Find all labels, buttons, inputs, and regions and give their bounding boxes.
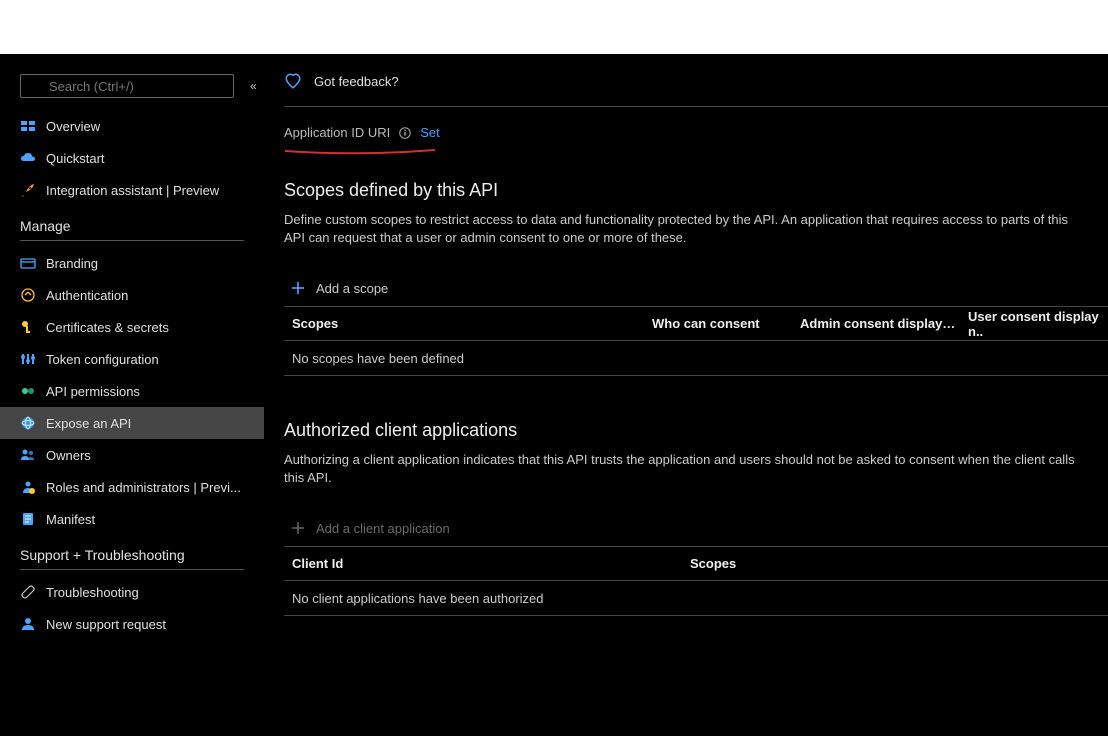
sidebar-item-label: Roles and administrators | Previ... <box>46 480 241 495</box>
support-icon <box>20 616 36 632</box>
feedback-label: Got feedback? <box>314 74 399 89</box>
sidebar-item-quickstart[interactable]: Quickstart <box>16 142 264 174</box>
col-scopes: Scopes <box>690 556 1108 571</box>
owners-icon <box>20 447 36 463</box>
col-scopes: Scopes <box>292 316 652 331</box>
sidebar-item-branding[interactable]: Branding <box>16 247 264 279</box>
sidebar-item-token-configuration[interactable]: Token configuration <box>16 343 264 375</box>
collapse-sidebar-icon[interactable]: « <box>246 75 261 97</box>
sidebar-item-label: Integration assistant | Preview <box>46 183 219 198</box>
feedback-button[interactable]: Got feedback? <box>284 72 1108 107</box>
scopes-section-desc: Define custom scopes to restrict access … <box>284 211 1108 246</box>
sidebar-item-label: Overview <box>46 119 100 134</box>
manifest-icon <box>20 511 36 527</box>
key-icon <box>20 319 36 335</box>
sidebar-item-api-permissions[interactable]: API permissions <box>16 375 264 407</box>
set-link[interactable]: Set <box>420 125 440 140</box>
plus-icon <box>290 520 306 536</box>
add-scope-button[interactable]: Add a scope <box>284 280 1108 296</box>
clients-section-title: Authorized client applications <box>284 420 1108 441</box>
scopes-empty-text: No scopes have been defined <box>292 351 464 366</box>
sidebar-item-label: API permissions <box>46 384 140 399</box>
info-icon[interactable] <box>398 126 412 140</box>
rocket-icon <box>20 182 36 198</box>
sidebar-item-new-support-request[interactable]: New support request <box>16 608 264 640</box>
sidebar-item-label: Token configuration <box>46 352 159 367</box>
clients-empty-row: No client applications have been authori… <box>284 581 1108 615</box>
search-input[interactable] <box>20 74 234 98</box>
sidebar-item-label: Manifest <box>46 512 95 527</box>
sidebar-item-label: Expose an API <box>46 416 131 431</box>
search-wrap <box>20 74 234 98</box>
sidebar-item-authentication[interactable]: Authentication <box>16 279 264 311</box>
clients-empty-text: No client applications have been authori… <box>292 591 544 606</box>
content-panel: Got feedback? Application ID URI Set Sco… <box>264 54 1108 736</box>
sidebar-item-label: Authentication <box>46 288 128 303</box>
sidebar-item-label: Owners <box>46 448 91 463</box>
add-scope-label: Add a scope <box>316 281 388 296</box>
cloud-icon <box>20 150 36 166</box>
admin-icon <box>20 479 36 495</box>
permissions-icon <box>20 383 36 399</box>
sidebar-item-troubleshooting[interactable]: Troubleshooting <box>16 576 264 608</box>
table-header: Client Id Scopes <box>284 547 1108 581</box>
search-row: « <box>20 74 264 98</box>
clients-section-desc: Authorizing a client application indicat… <box>284 451 1108 486</box>
sidebar-item-overview[interactable]: Overview <box>16 110 264 142</box>
table-header: Scopes Who can consent Admin consent dis… <box>284 307 1108 341</box>
section-header-manage: Manage <box>20 218 244 241</box>
sidebar-item-certificates[interactable]: Certificates & secrets <box>16 311 264 343</box>
sidebar: « Overview Quickstart Integration assist… <box>0 54 264 736</box>
scopes-table: Scopes Who can consent Admin consent dis… <box>284 306 1108 376</box>
overview-icon <box>20 118 36 134</box>
application-id-uri-row: Application ID URI Set <box>284 125 1108 140</box>
globe-icon <box>20 415 36 431</box>
branding-icon <box>20 255 36 271</box>
wrench-icon <box>20 584 36 600</box>
scopes-section-title: Scopes defined by this API <box>284 180 1108 201</box>
clients-table: Client Id Scopes No client applications … <box>284 546 1108 616</box>
main-layout: « Overview Quickstart Integration assist… <box>0 54 1108 736</box>
sidebar-item-label: Certificates & secrets <box>46 320 169 335</box>
sidebar-item-label: New support request <box>46 617 166 632</box>
section-header-support: Support + Troubleshooting <box>20 547 244 570</box>
sidebar-item-owners[interactable]: Owners <box>16 439 264 471</box>
col-admin-consent-display: Admin consent display… <box>800 316 968 331</box>
application-id-uri-label: Application ID URI <box>284 125 390 140</box>
plus-icon <box>290 280 306 296</box>
sidebar-item-integration-assistant[interactable]: Integration assistant | Preview <box>16 174 264 206</box>
sidebar-item-expose-api[interactable]: Expose an API <box>0 407 264 439</box>
add-client-application-button[interactable]: Add a client application <box>284 520 1108 536</box>
annotation-underline <box>284 147 436 157</box>
heart-icon <box>284 72 302 90</box>
col-who-can-consent: Who can consent <box>652 316 800 331</box>
sidebar-item-manifest[interactable]: Manifest <box>16 503 264 535</box>
col-user-consent-display: User consent display n.. <box>968 309 1108 339</box>
sidebar-item-roles[interactable]: Roles and administrators | Previ... <box>16 471 264 503</box>
sidebar-item-label: Quickstart <box>46 151 105 166</box>
sidebar-item-label: Troubleshooting <box>46 585 139 600</box>
auth-icon <box>20 287 36 303</box>
sidebar-item-label: Branding <box>46 256 98 271</box>
scopes-empty-row: No scopes have been defined <box>284 341 1108 375</box>
col-client-id: Client Id <box>292 556 690 571</box>
sliders-icon <box>20 351 36 367</box>
top-whitespace <box>0 0 1108 54</box>
add-client-label: Add a client application <box>316 521 450 536</box>
